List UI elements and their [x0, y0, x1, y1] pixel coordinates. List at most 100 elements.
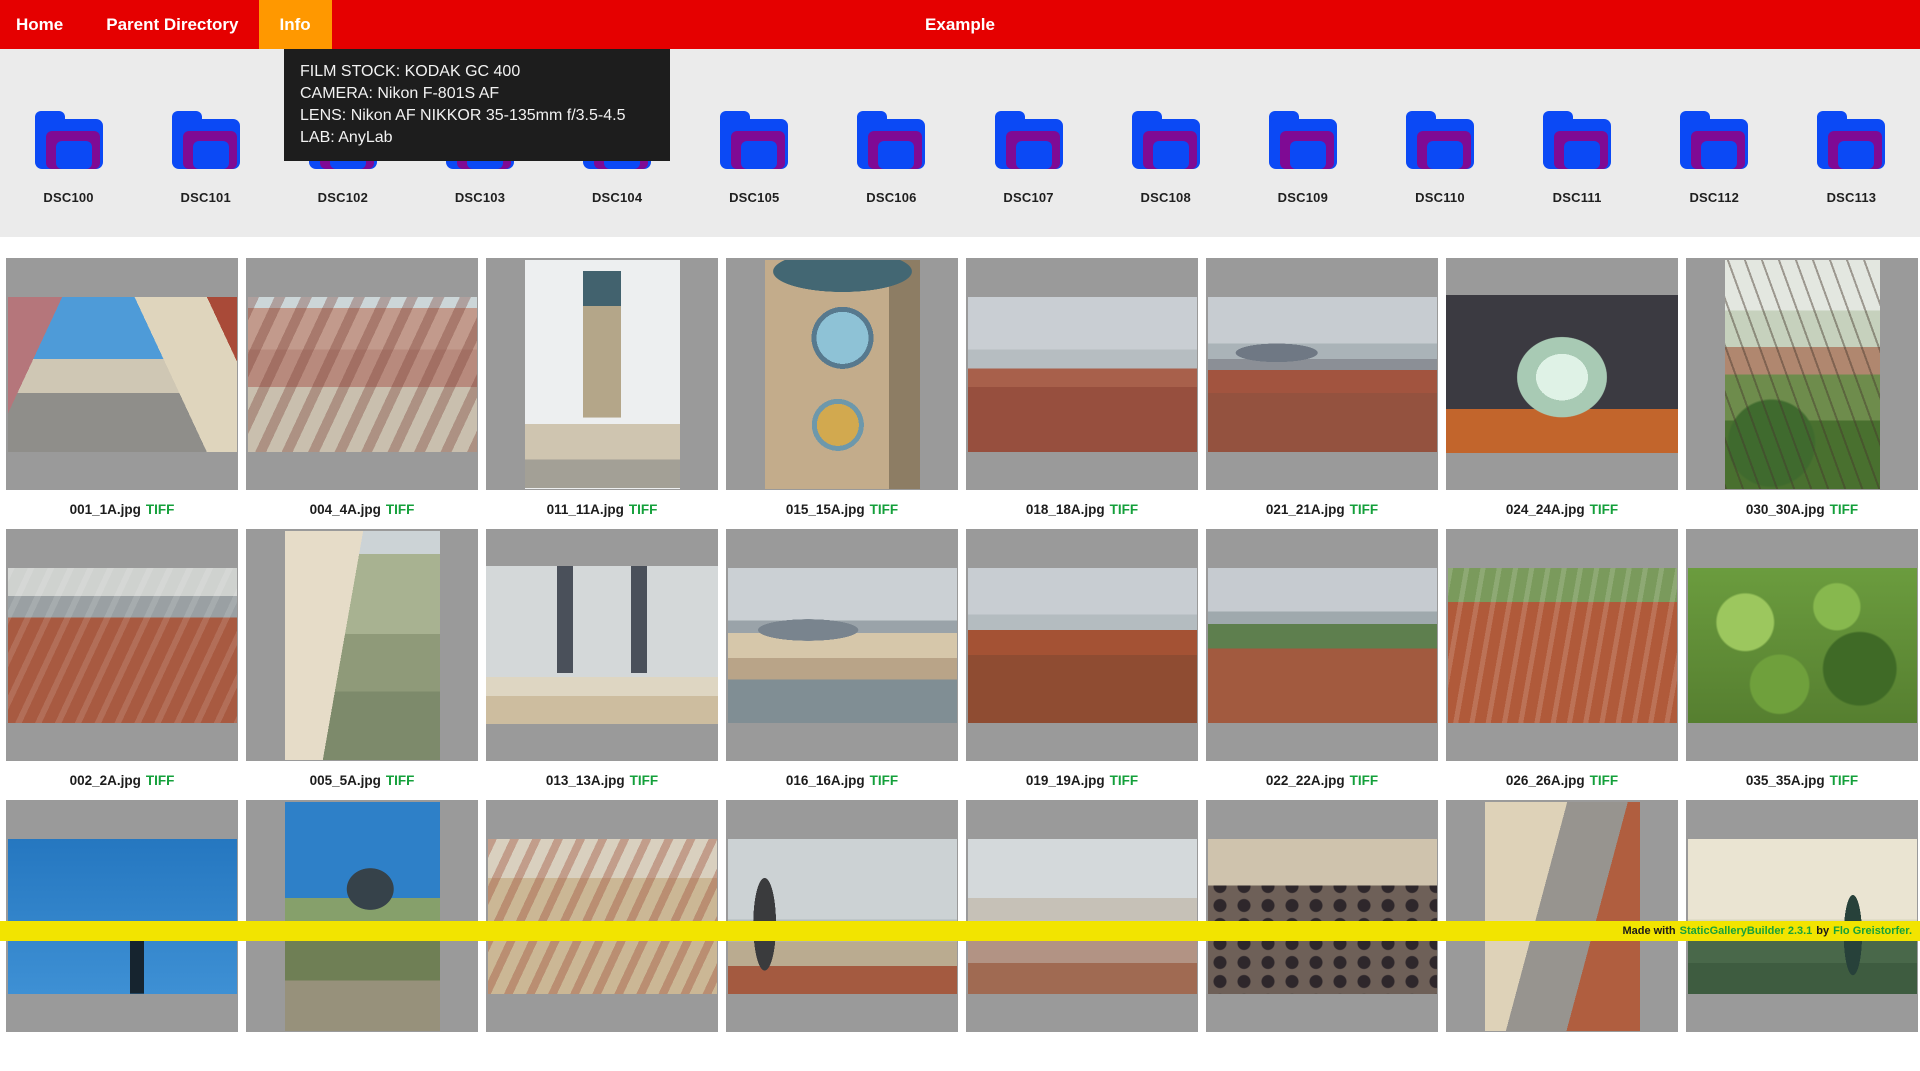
- folder-item[interactable]: DSC109: [1234, 49, 1371, 237]
- thumbnail[interactable]: [486, 258, 718, 490]
- tiff-link[interactable]: TIFF: [1110, 773, 1139, 788]
- folder-item[interactable]: DSC105: [686, 49, 823, 237]
- thumbnail[interactable]: [486, 800, 718, 1032]
- tooltip-line-lens: LENS: Nikon AF NIKKOR 35-135mm f/3.5-4.5: [300, 105, 654, 127]
- author-link[interactable]: Flo Greistorfer.: [1833, 925, 1912, 937]
- thumbnail[interactable]: [1446, 800, 1678, 1032]
- thumbnail[interactable]: [1206, 800, 1438, 1032]
- photo-thumbnail: [968, 568, 1197, 723]
- folder-icon: [720, 111, 788, 169]
- thumbnail[interactable]: [726, 529, 958, 761]
- tiff-link[interactable]: TIFF: [870, 502, 899, 517]
- thumbnail-label: [246, 1032, 478, 1071]
- photo-thumbnail: [1448, 568, 1677, 723]
- gallery-cell: 021_21A.jpg TIFF: [1206, 258, 1438, 529]
- thumbnail[interactable]: [6, 258, 238, 490]
- thumbnail[interactable]: [1206, 529, 1438, 761]
- tooltip-line-camera: CAMERA: Nikon F-801S AF: [300, 83, 654, 105]
- tiff-link[interactable]: TIFF: [386, 773, 415, 788]
- folder-item[interactable]: DSC112: [1646, 49, 1783, 237]
- folder-item[interactable]: DSC113: [1783, 49, 1920, 237]
- thumbnail-label: 022_22A.jpg TIFF: [1206, 761, 1438, 800]
- thumbnail[interactable]: [6, 529, 238, 761]
- thumbnail[interactable]: [486, 529, 718, 761]
- folder-item[interactable]: DSC100: [0, 49, 137, 237]
- nav-item-info[interactable]: Info: [259, 0, 332, 49]
- tiff-link[interactable]: TIFF: [1830, 502, 1859, 517]
- photo-thumbnail: [285, 802, 440, 1031]
- thumbnail[interactable]: [1446, 258, 1678, 490]
- tiff-link[interactable]: TIFF: [630, 773, 659, 788]
- filename-link[interactable]: 004_4A.jpg: [310, 502, 381, 517]
- folder-icon: [995, 111, 1063, 169]
- thumbnail[interactable]: [1686, 529, 1918, 761]
- thumbnail[interactable]: [726, 258, 958, 490]
- tiff-link[interactable]: TIFF: [1350, 773, 1379, 788]
- filename-link[interactable]: 022_22A.jpg: [1266, 773, 1345, 788]
- thumbnail[interactable]: [966, 529, 1198, 761]
- tiff-link[interactable]: TIFF: [1830, 773, 1859, 788]
- tiff-link[interactable]: TIFF: [1350, 502, 1379, 517]
- info-tooltip: FILM STOCK: KODAK GC 400 CAMERA: Nikon F…: [284, 49, 670, 161]
- filename-link[interactable]: 011_11A.jpg: [547, 502, 624, 517]
- thumbnail-label: [6, 1032, 238, 1071]
- builder-link[interactable]: StaticGalleryBuilder 2.3.1: [1680, 925, 1813, 937]
- tiff-link[interactable]: TIFF: [146, 773, 175, 788]
- thumbnail[interactable]: [1686, 258, 1918, 490]
- filename-link[interactable]: 021_21A.jpg: [1266, 502, 1345, 517]
- gallery-cell: 011_11A.jpg TIFF: [486, 258, 718, 529]
- filename-link[interactable]: 016_16A.jpg: [786, 773, 865, 788]
- folder-item[interactable]: DSC111: [1509, 49, 1646, 237]
- filename-link[interactable]: 002_2A.jpg: [70, 773, 141, 788]
- photo-thumbnail: [968, 297, 1197, 452]
- folder-item[interactable]: DSC101: [137, 49, 274, 237]
- folder-icon: [1680, 111, 1748, 169]
- filename-link[interactable]: 035_35A.jpg: [1746, 773, 1825, 788]
- tiff-link[interactable]: TIFF: [629, 502, 658, 517]
- folder-item[interactable]: DSC107: [960, 49, 1097, 237]
- gallery-cell: 024_24A.jpg TIFF: [1446, 258, 1678, 529]
- tiff-link[interactable]: TIFF: [870, 773, 899, 788]
- thumbnail[interactable]: [726, 800, 958, 1032]
- folder-label: DSC107: [1003, 190, 1053, 205]
- folder-item[interactable]: DSC110: [1371, 49, 1508, 237]
- folder-label: DSC102: [318, 190, 368, 205]
- photo-thumbnail: [968, 839, 1197, 994]
- nav-item-home[interactable]: Home: [16, 0, 63, 49]
- thumbnail-label: 005_5A.jpg TIFF: [246, 761, 478, 800]
- tiff-link[interactable]: TIFF: [146, 502, 175, 517]
- thumbnail-label: 016_16A.jpg TIFF: [726, 761, 958, 800]
- folder-icon: [1543, 111, 1611, 169]
- thumbnail[interactable]: [1206, 258, 1438, 490]
- thumbnail[interactable]: [246, 258, 478, 490]
- tiff-link[interactable]: TIFF: [1590, 773, 1619, 788]
- filename-link[interactable]: 005_5A.jpg: [310, 773, 381, 788]
- thumbnail[interactable]: [1446, 529, 1678, 761]
- filename-link[interactable]: 013_13A.jpg: [546, 773, 625, 788]
- tiff-link[interactable]: TIFF: [1110, 502, 1139, 517]
- filename-link[interactable]: 019_19A.jpg: [1026, 773, 1105, 788]
- thumbnail-label: 026_26A.jpg TIFF: [1446, 761, 1678, 800]
- thumbnail[interactable]: [246, 529, 478, 761]
- filename-link[interactable]: 030_30A.jpg: [1746, 502, 1825, 517]
- thumbnail[interactable]: [246, 800, 478, 1032]
- thumbnail[interactable]: [966, 258, 1198, 490]
- folder-label: DSC111: [1553, 190, 1602, 205]
- gallery-cell: 018_18A.jpg TIFF: [966, 258, 1198, 529]
- folder-icon: [35, 111, 103, 169]
- gallery-cell: 022_22A.jpg TIFF: [1206, 529, 1438, 800]
- filename-link[interactable]: 001_1A.jpg: [70, 502, 141, 517]
- thumbnail[interactable]: [6, 800, 238, 1032]
- tiff-link[interactable]: TIFF: [386, 502, 415, 517]
- filename-link[interactable]: 024_24A.jpg: [1506, 502, 1585, 517]
- thumbnail[interactable]: [1686, 800, 1918, 1032]
- folder-item[interactable]: DSC108: [1097, 49, 1234, 237]
- folder-item[interactable]: DSC106: [823, 49, 960, 237]
- filename-link[interactable]: 026_26A.jpg: [1506, 773, 1585, 788]
- nav-item-parent-directory[interactable]: Parent Directory: [106, 0, 238, 49]
- filename-link[interactable]: 015_15A.jpg: [786, 502, 865, 517]
- filename-link[interactable]: 018_18A.jpg: [1026, 502, 1105, 517]
- thumbnail[interactable]: [966, 800, 1198, 1032]
- tiff-link[interactable]: TIFF: [1590, 502, 1619, 517]
- gallery-cell: 001_1A.jpg TIFF: [6, 258, 238, 529]
